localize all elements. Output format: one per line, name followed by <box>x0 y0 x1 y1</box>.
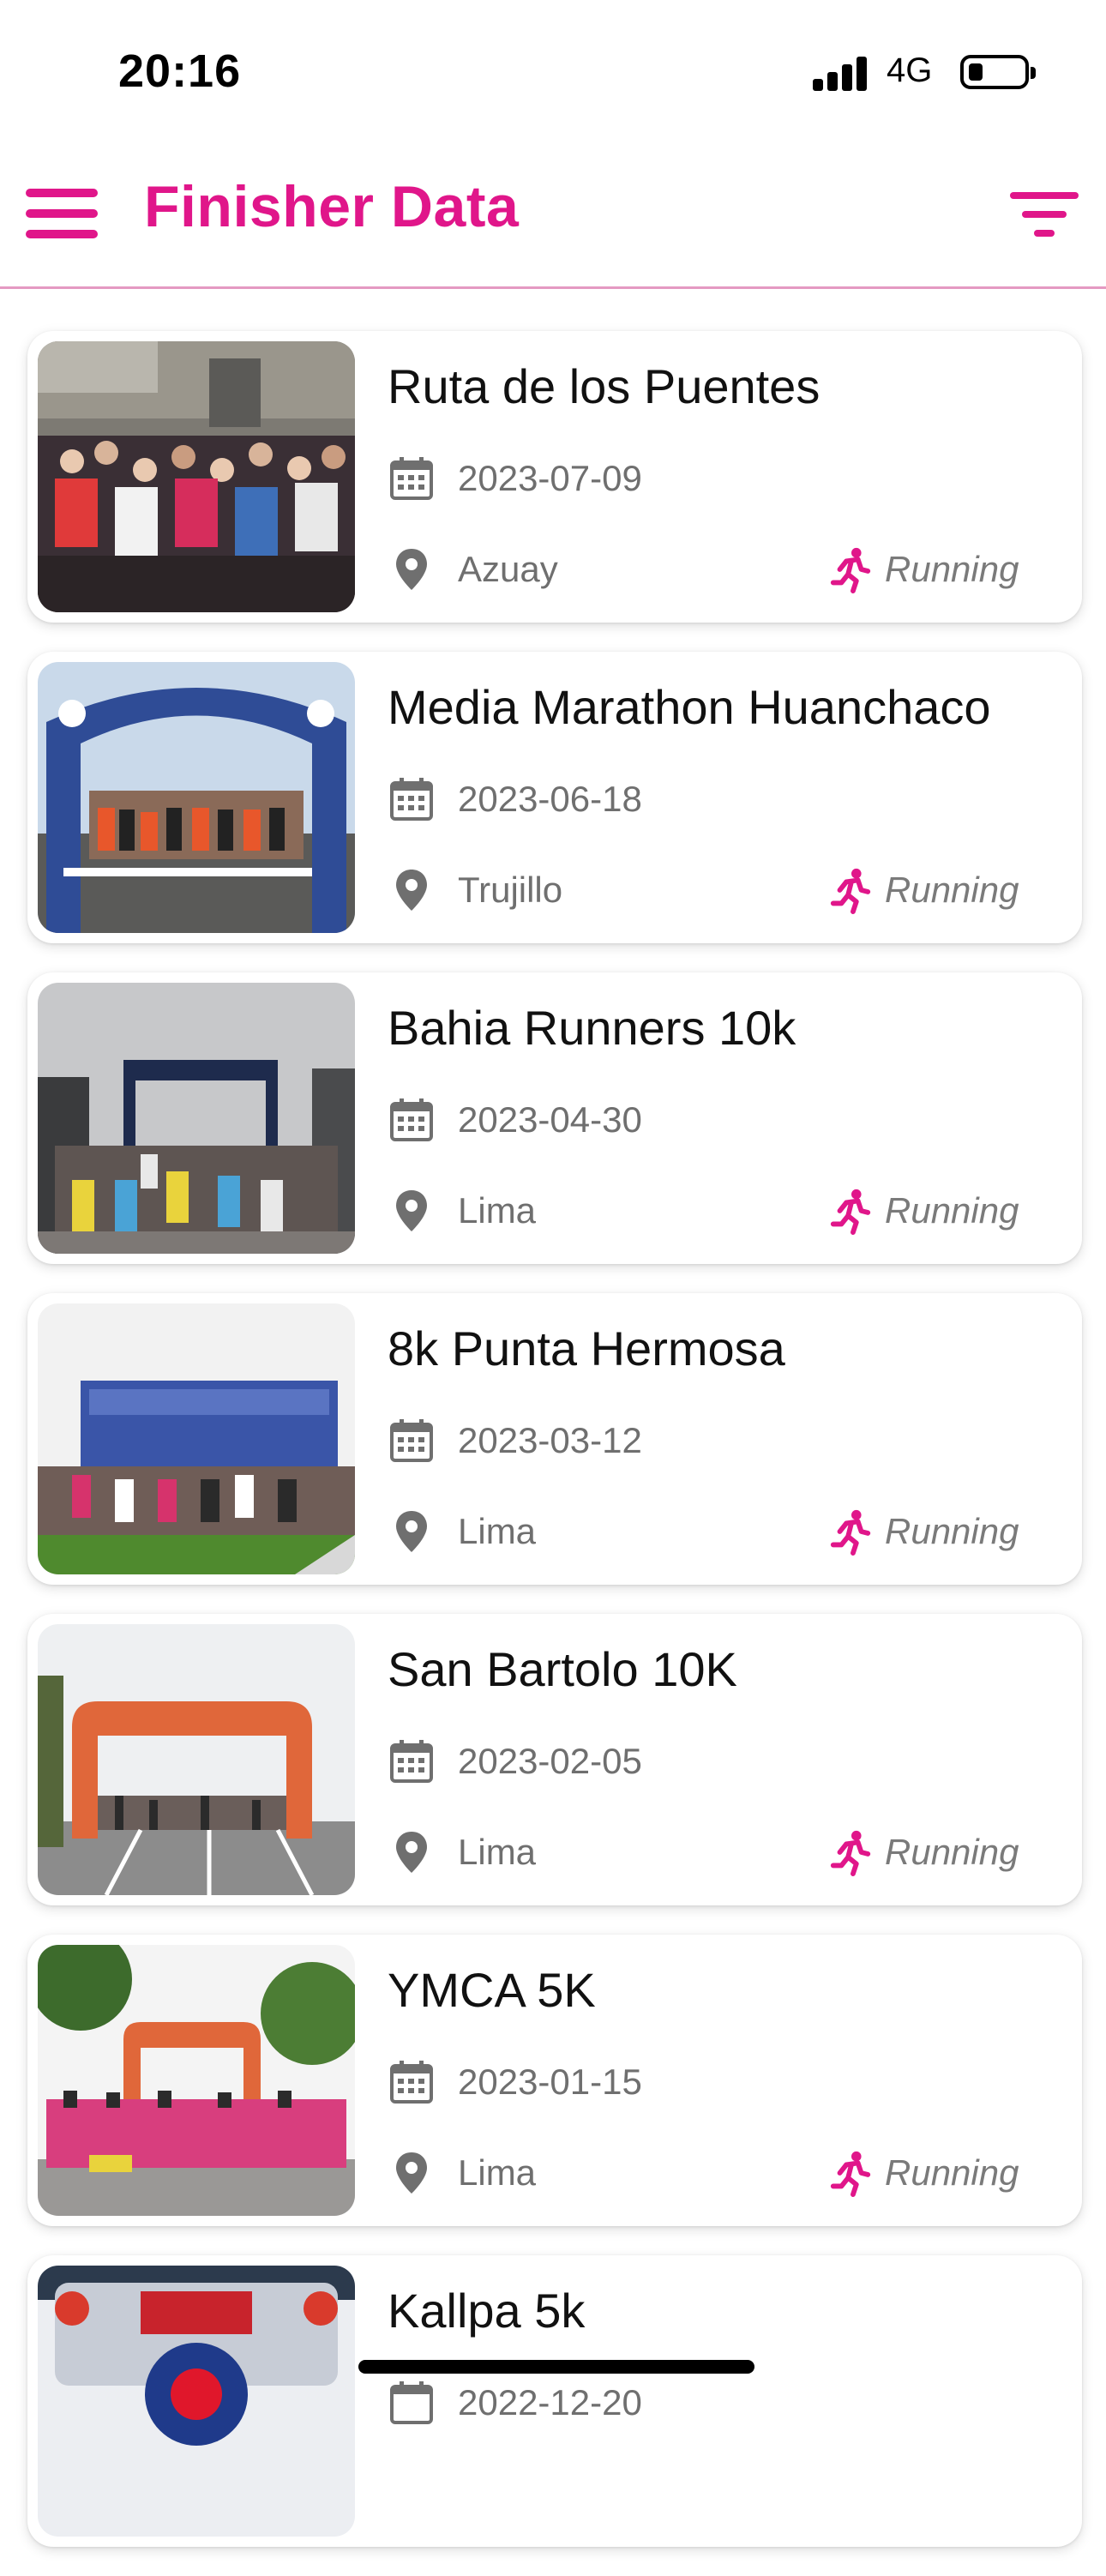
sport-tag: Running <box>828 1508 1051 1556</box>
cellular-signal-icon <box>813 57 869 91</box>
status-time: 20:16 <box>118 45 242 97</box>
sport-tag: Running <box>828 1828 1051 1876</box>
sport-label: Running <box>885 549 1019 589</box>
race-photo <box>38 1303 355 1574</box>
running-icon <box>830 1189 871 1235</box>
race-card[interactable]: Ruta de los Puentes 2023-07-09 Azuay Run… <box>27 331 1082 623</box>
race-photo <box>38 1624 355 1895</box>
race-card[interactable]: San Bartolo 10K 2023-02-05 Lima Running <box>27 1614 1082 1905</box>
race-photo <box>38 983 355 1254</box>
running-icon <box>830 2151 871 2197</box>
race-name: Kallpa 5k <box>388 2284 586 2338</box>
location-pin-icon <box>396 1832 427 1873</box>
race-photo <box>38 1945 355 2216</box>
race-photo <box>38 341 355 612</box>
running-icon <box>830 1830 871 1876</box>
page-title: Finisher Data <box>144 174 520 239</box>
race-date: 2023-03-12 <box>458 1420 642 1460</box>
race-card[interactable]: Media Marathon Huanchaco 2023-06-18 Truj… <box>27 652 1082 943</box>
sport-tag: Running <box>828 2149 1051 2197</box>
sport-label: Running <box>885 1511 1019 1551</box>
sport-tag: Running <box>828 1187 1051 1235</box>
running-icon <box>830 868 871 914</box>
race-card[interactable]: 8k Punta Hermosa 2023-03-12 Lima Running <box>27 1293 1082 1585</box>
location-pin-icon <box>396 2152 427 2194</box>
calendar-icon <box>390 457 433 500</box>
race-date: 2023-04-30 <box>458 1099 642 1140</box>
race-card[interactable]: YMCA 5K 2023-01-15 Lima Running <box>27 1935 1082 2226</box>
calendar-icon <box>390 1740 433 1783</box>
location-pin-icon <box>396 1511 427 1552</box>
race-date: 2023-06-18 <box>458 779 642 819</box>
race-name: San Bartolo 10K <box>388 1642 737 1696</box>
calendar-icon <box>390 1419 433 1462</box>
race-name: 8k Punta Hermosa <box>388 1321 785 1375</box>
race-card[interactable]: Kallpa 5k 2022-12-20 <box>27 2255 1082 2547</box>
sport-label: Running <box>885 1832 1019 1872</box>
home-indicator <box>358 2360 754 2374</box>
race-date: 2023-07-09 <box>458 458 642 498</box>
sport-label: Running <box>885 870 1019 910</box>
race-name: Ruta de los Puentes <box>388 359 820 413</box>
sport-label: Running <box>885 2152 1019 2193</box>
sport-label: Running <box>885 1190 1019 1231</box>
race-card[interactable]: Bahia Runners 10k 2023-04-30 Lima Runnin… <box>27 972 1082 1264</box>
hamburger-menu-icon[interactable] <box>26 189 99 240</box>
calendar-icon <box>390 2381 433 2424</box>
battery-icon <box>960 55 1036 89</box>
sport-tag: Running <box>828 866 1051 914</box>
race-location: Trujillo <box>458 870 563 910</box>
location-pin-icon <box>396 870 427 911</box>
race-photo <box>38 2266 355 2537</box>
race-name: Bahia Runners 10k <box>388 1001 796 1055</box>
status-bar: 20:16 4G <box>0 0 1106 146</box>
filter-icon[interactable] <box>1010 189 1079 242</box>
race-date: 2023-01-15 <box>458 2061 642 2102</box>
race-date: 2023-02-05 <box>458 1741 642 1781</box>
race-location: Lima <box>458 2152 537 2193</box>
race-date: 2022-12-20 <box>458 2382 642 2423</box>
race-name: Media Marathon Huanchaco <box>388 680 991 734</box>
running-icon <box>830 1509 871 1556</box>
race-location: Azuay <box>458 549 558 589</box>
calendar-icon <box>390 778 433 821</box>
race-location: Lima <box>458 1511 537 1551</box>
app-header: Finisher Data <box>0 146 1106 289</box>
calendar-icon <box>390 1098 433 1141</box>
sport-tag: Running <box>828 545 1051 593</box>
calendar-icon <box>390 2061 433 2104</box>
race-location: Lima <box>458 1190 537 1231</box>
network-type: 4G <box>887 51 933 89</box>
running-icon <box>830 547 871 593</box>
race-location: Lima <box>458 1832 537 1872</box>
race-photo <box>38 662 355 933</box>
race-name: YMCA 5K <box>388 1963 596 2017</box>
location-pin-icon <box>396 549 427 590</box>
location-pin-icon <box>396 1190 427 1231</box>
race-list: Ruta de los Puentes 2023-07-09 Azuay Run… <box>27 331 1082 2576</box>
